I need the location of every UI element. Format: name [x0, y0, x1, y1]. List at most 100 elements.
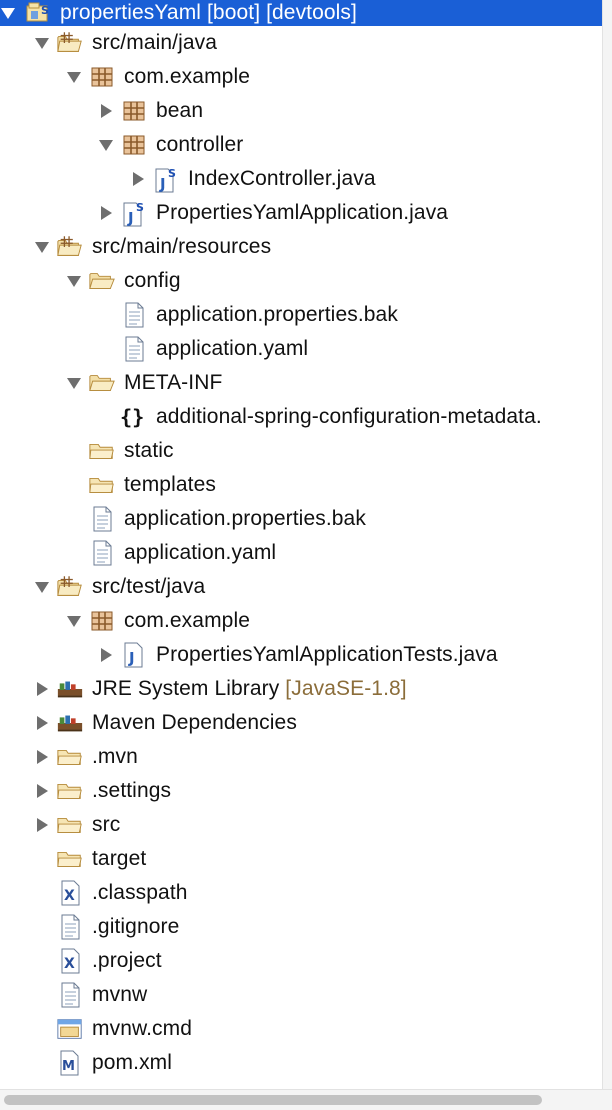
project-explorer-tree[interactable]: SpropertiesYaml [boot] [devtools] src/mai…: [0, 0, 603, 1080]
tree-item-propertiesyamlapplicationtests-java[interactable]: J PropertiesYamlApplicationTests.java: [0, 638, 603, 672]
tree-item-application-properties-bak[interactable]: application.properties.bak: [0, 298, 603, 332]
chevron-right-icon[interactable]: [98, 205, 114, 221]
tree-item-label: target: [92, 847, 147, 870]
tree-item-static[interactable]: static: [0, 434, 603, 468]
tree-item-maven-dependencies[interactable]: Maven Dependencies: [0, 706, 603, 740]
tree-item-label: src/main/resources: [92, 235, 272, 258]
svg-text:S: S: [136, 201, 144, 214]
chevron-right-icon[interactable]: [34, 681, 50, 697]
vertical-scrollbar[interactable]: [602, 0, 612, 1090]
folder-icon: [88, 471, 116, 499]
tree-item-label: IndexController.java: [188, 167, 376, 190]
chevron-right-icon[interactable]: [130, 171, 146, 187]
tree-item-src-test-java[interactable]: src/test/java: [0, 570, 603, 604]
svg-text:J: J: [159, 175, 166, 193]
folder-icon: [56, 743, 84, 771]
tree-item-additional-spring-configuration-metadata[interactable]: {} additional-spring-configuration-metada…: [0, 400, 603, 434]
tree-item-classpath[interactable]: X .classpath: [0, 876, 603, 910]
tree-item-decoration: [JavaSE-1.8]: [279, 677, 407, 700]
tree-item-label: PropertiesYamlApplication.java: [156, 201, 449, 224]
folder-open-icon: [88, 369, 116, 397]
tree-item-label: .settings: [92, 779, 172, 802]
tree-item-mvnw-cmd[interactable]: mvnw.cmd: [0, 1012, 603, 1046]
tree-item-pom-xml[interactable]: Mpom.xml: [0, 1046, 603, 1080]
chevron-down-icon[interactable]: [0, 5, 16, 21]
tree-item-src-main-java[interactable]: src/main/java: [0, 26, 603, 60]
horizontal-scrollbar[interactable]: [0, 1089, 612, 1110]
text-file-icon: [120, 335, 148, 363]
tree-item-application-yaml[interactable]: application.yaml: [0, 332, 603, 366]
folder-icon: [56, 777, 84, 805]
chevron-down-icon[interactable]: [34, 35, 50, 51]
tree-item-label: mvnw: [92, 983, 148, 1006]
folder-icon: [88, 437, 116, 465]
tree-item-label: com.example: [124, 65, 250, 88]
chevron-right-icon[interactable]: [34, 817, 50, 833]
svg-text:M: M: [62, 1059, 75, 1074]
tree-item-label: application.yaml: [124, 541, 277, 564]
project-icon: S: [26, 0, 54, 27]
chevron-right-icon[interactable]: [34, 749, 50, 765]
tree-item-jre-system-library[interactable]: JRE System Library [JavaSE-1.8]: [0, 672, 603, 706]
text-file-icon: [56, 913, 84, 941]
tree-item-propertiesyaml-boot-devtools[interactable]: SpropertiesYaml [boot] [devtools]: [0, 0, 603, 26]
chevron-down-icon[interactable]: [66, 375, 82, 391]
svg-text:X: X: [64, 956, 75, 972]
source-folder-icon: [56, 573, 84, 601]
tree-item-settings[interactable]: .settings: [0, 774, 603, 808]
source-folder-icon: [56, 29, 84, 57]
chevron-right-icon[interactable]: [98, 103, 114, 119]
horizontal-scrollbar-thumb[interactable]: [4, 1095, 542, 1105]
tree-item-application-properties-bak[interactable]: application.properties.bak: [0, 502, 603, 536]
tree-item-label: pom.xml: [92, 1051, 173, 1074]
tree-item-src-main-resources[interactable]: src/main/resources: [0, 230, 603, 264]
text-file-icon: [120, 301, 148, 329]
java-spring-file-icon: JS: [152, 165, 180, 193]
tree-item-com-example[interactable]: com.example: [0, 604, 603, 638]
chevron-right-icon[interactable]: [98, 647, 114, 663]
tree-item-label: application.yaml: [156, 337, 309, 360]
folder-icon: [56, 811, 84, 839]
tree-item-target[interactable]: target: [0, 842, 603, 876]
tree-item-label: JRE System Library [JavaSE-1.8]: [92, 677, 407, 700]
chevron-right-icon[interactable]: [34, 783, 50, 799]
tree-item-templates[interactable]: templates: [0, 468, 603, 502]
chevron-down-icon[interactable]: [34, 579, 50, 595]
folder-open-icon: [88, 267, 116, 295]
tree-item-propertiesyamlapplication-java[interactable]: J S PropertiesYamlApplication.java: [0, 196, 603, 230]
chevron-down-icon[interactable]: [34, 239, 50, 255]
tree-item-indexcontroller-java[interactable]: J S IndexController.java: [0, 162, 603, 196]
library-icon: [56, 675, 84, 703]
tree-item-label: .classpath: [92, 881, 188, 904]
tree-item-label: application.properties.bak: [124, 507, 366, 530]
chevron-right-icon[interactable]: [34, 715, 50, 731]
svg-text:X: X: [64, 888, 75, 904]
tree-item-application-yaml[interactable]: application.yaml: [0, 536, 603, 570]
tree-item-label: src: [92, 813, 121, 836]
tree-item-label: propertiesYaml [boot] [devtools]: [60, 1, 357, 24]
tree-item-label: .mvn: [92, 745, 138, 768]
package-icon: [88, 63, 116, 91]
source-folder-icon: [56, 233, 84, 261]
tree-item-config[interactable]: config: [0, 264, 603, 298]
chevron-down-icon[interactable]: [66, 613, 82, 629]
text-file-icon: [56, 981, 84, 1009]
tree-item-controller[interactable]: controller: [0, 128, 603, 162]
tree-item-meta-inf[interactable]: META-INF: [0, 366, 603, 400]
text-file-icon: [88, 505, 116, 533]
chevron-down-icon[interactable]: [66, 69, 82, 85]
package-icon: [120, 97, 148, 125]
tree-item-label: application.properties.bak: [156, 303, 398, 326]
tree-item-com-example[interactable]: com.example: [0, 60, 603, 94]
tree-item-mvn[interactable]: .mvn: [0, 740, 603, 774]
chevron-down-icon[interactable]: [66, 273, 82, 289]
tree-item-label: src/test/java: [92, 575, 206, 598]
tree-item-bean[interactable]: bean: [0, 94, 603, 128]
chevron-down-icon[interactable]: [98, 137, 114, 153]
tree-item-mvnw[interactable]: mvnw: [0, 978, 603, 1012]
svg-text:{}: {}: [120, 405, 144, 429]
tree-item-project[interactable]: X .project: [0, 944, 603, 978]
tree-item-src[interactable]: src: [0, 808, 603, 842]
tree-item-gitignore[interactable]: .gitignore: [0, 910, 603, 944]
tree-item-label: com.example: [124, 609, 250, 632]
